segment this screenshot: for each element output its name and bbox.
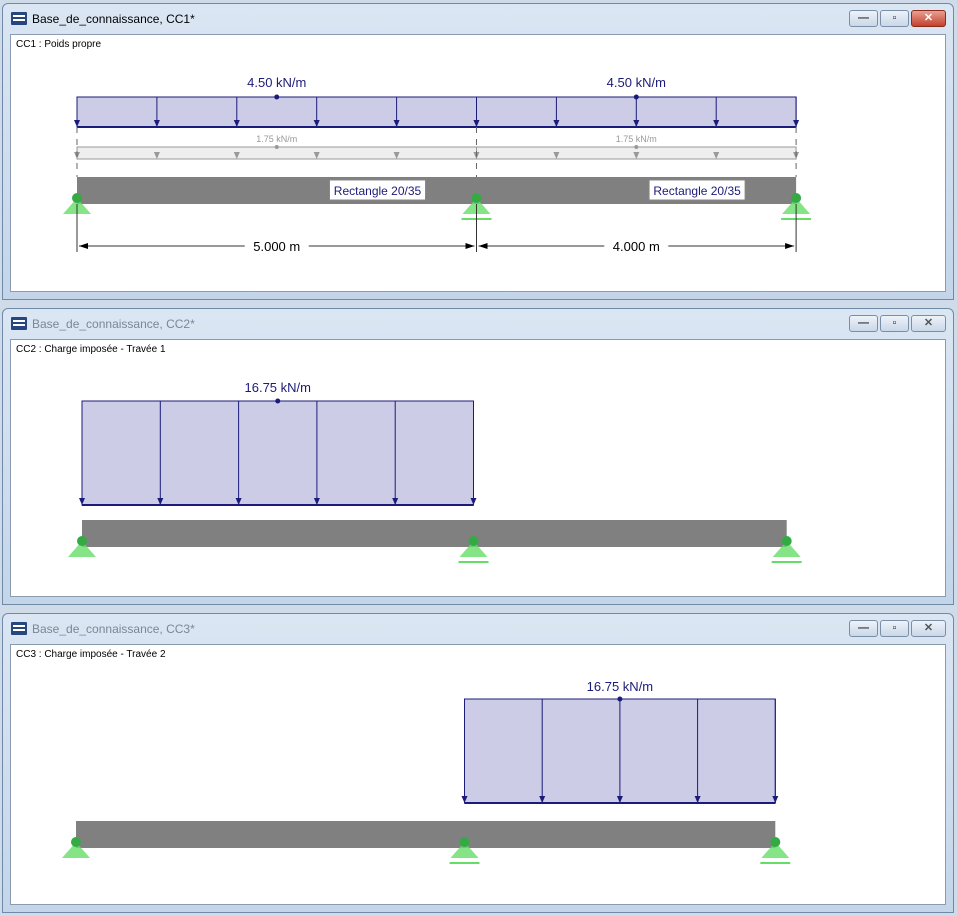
minimize-button[interactable]: — [849,620,878,637]
self-weight-label: 1.75 kN/m [256,134,297,144]
maximize-button[interactable]: ▫ [880,10,909,27]
app-icon [11,317,27,330]
load-value-label: 16.75 kN/m [587,679,653,694]
minimize-button[interactable]: — [849,315,878,332]
minimize-button[interactable]: — [849,10,878,27]
self-weight-midpoint [634,145,639,149]
load-value-label: 4.50 kN/m [247,75,306,90]
app-icon [11,622,27,635]
self-weight-midpoint [274,145,279,149]
support-hinge [471,193,482,203]
section-label: Rectangle 20/35 [334,184,422,198]
close-button[interactable]: ✕ [911,315,946,332]
window-cc1[interactable]: Base_de_connaissance, CC1* — ▫ ✕ CC1 : P… [2,3,954,300]
support-hinge [781,536,792,546]
support-hinge [770,837,781,847]
app-icon [11,12,27,25]
load-midpoint [274,94,280,100]
structure-drawing: 16.75 kN/m [62,679,791,864]
support-hinge [72,193,82,203]
title-bar[interactable]: Base_de_connaissance, CC1* — ▫ ✕ [3,4,953,34]
title-bar[interactable]: Base_de_connaissance, CC2* — ▫ ✕ [3,309,953,339]
minimize-icon: — [858,317,869,329]
self-weight-label: 1.75 kN/m [616,134,657,144]
support-hinge [791,193,802,203]
maximize-button[interactable]: ▫ [880,315,909,332]
support-hinge [71,837,81,847]
load-midpoint [633,94,639,100]
load-midpoint [275,398,281,404]
distributed-load [81,400,474,506]
graphics-view[interactable]: CC3 : Charge imposée - Travée 2 16.75 kN… [10,644,946,905]
close-icon: ✕ [923,12,934,24]
maximize-button[interactable]: ▫ [880,620,909,637]
window-title: Base_de_connaissance, CC3* [32,622,195,636]
title-bar[interactable]: Base_de_connaissance, CC3* — ▫ ✕ [3,614,953,644]
dimension-label: 4.000 m [613,239,660,254]
window-cc3[interactable]: Base_de_connaissance, CC3* — ▫ ✕ CC3 : C… [2,613,954,913]
section-label: Rectangle 20/35 [653,184,741,198]
beam [82,520,787,547]
distributed-load [76,96,477,128]
support-hinge [459,837,470,847]
structure-drawing: 16.75 kN/m [68,380,802,563]
window-cc2[interactable]: Base_de_connaissance, CC2* — ▫ ✕ CC2 : C… [2,308,954,605]
close-icon: ✕ [923,622,934,634]
graphics-view[interactable]: CC1 : Poids propre 4.50 kN/m 4.50 kN/m 1.7… [10,34,946,292]
window-title: Base_de_connaissance, CC1* [32,12,195,26]
close-button[interactable]: ✕ [911,620,946,637]
structure-drawing: 4.50 kN/m 4.50 kN/m 1.75 kN/m 1.75 kN/m Rect… [63,75,812,254]
load-value-label: 4.50 kN/m [607,75,666,90]
support-hinge [77,536,87,546]
load-value-label: 16.75 kN/m [245,380,311,395]
maximize-icon: ▫ [892,622,897,634]
beam [76,821,776,848]
load-midpoint [617,696,623,702]
support-hinge [468,536,479,546]
window-title: Base_de_connaissance, CC2* [32,317,195,331]
minimize-icon: — [858,622,869,634]
maximize-icon: ▫ [892,12,897,24]
maximize-icon: ▫ [892,317,897,329]
graphics-view[interactable]: CC2 : Charge imposée - Travée 1 16.75 kN… [10,339,946,597]
minimize-icon: — [858,12,869,24]
dimension-label: 5.000 m [253,239,300,254]
close-icon: ✕ [923,317,934,329]
close-button[interactable]: ✕ [911,10,946,27]
